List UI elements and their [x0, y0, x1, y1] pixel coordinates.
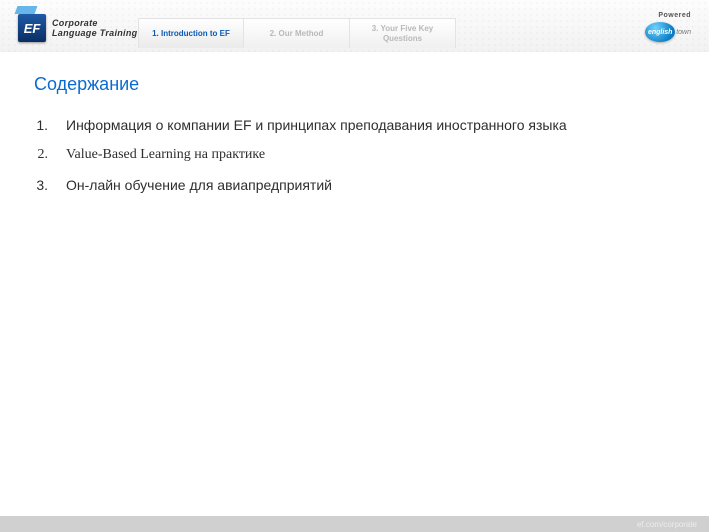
- tab-our-method[interactable]: 2. Our Method: [244, 18, 350, 48]
- brand-logo: EF Corporate Language Training: [18, 14, 137, 42]
- table-of-contents: 1. Информация о компании EF и принципах …: [34, 117, 675, 193]
- page-title: Содержание: [34, 74, 675, 95]
- footer-bar: ef.com/corporate: [0, 516, 709, 532]
- englishtown-suffix: town: [676, 29, 691, 36]
- powered-label: Powered: [645, 12, 691, 19]
- powered-by: Powered englishtown: [645, 12, 691, 42]
- list-item: 1. Информация о компании EF и принципах …: [34, 117, 675, 133]
- list-item-number: 1.: [34, 117, 48, 133]
- list-item-number: 2.: [34, 147, 48, 163]
- list-item-text: Он-лайн обучение для авиапредприятий: [66, 177, 332, 193]
- logo-accent: [15, 6, 38, 14]
- list-item: 2. Value-Based Learning на практике: [34, 147, 675, 163]
- content-area: Содержание 1. Информация о компании EF и…: [0, 52, 709, 516]
- list-item: 3. Он-лайн обучение для авиапредприятий: [34, 177, 675, 193]
- englishtown-badge-icon: english: [645, 22, 675, 42]
- header-bar: EF Corporate Language Training 1. Introd…: [0, 0, 709, 52]
- tab-five-key-questions[interactable]: 3. Your Five Key Questions: [350, 18, 456, 48]
- list-item-text: Value-Based Learning на практике: [66, 147, 265, 163]
- logo-line2: Language Training: [52, 28, 137, 38]
- logo-text: Corporate Language Training: [52, 18, 137, 38]
- tab-introduction[interactable]: 1. Introduction to EF: [138, 18, 244, 48]
- tabs: 1. Introduction to EF 2. Our Method 3. Y…: [138, 18, 456, 48]
- footer-url: ef.com/corporate: [637, 520, 697, 529]
- list-item-text: Информация о компании EF и принципах пре…: [66, 117, 567, 133]
- logo-line1: Corporate: [52, 18, 137, 28]
- list-item-number: 3.: [34, 177, 48, 193]
- logo-mark: EF: [18, 14, 46, 42]
